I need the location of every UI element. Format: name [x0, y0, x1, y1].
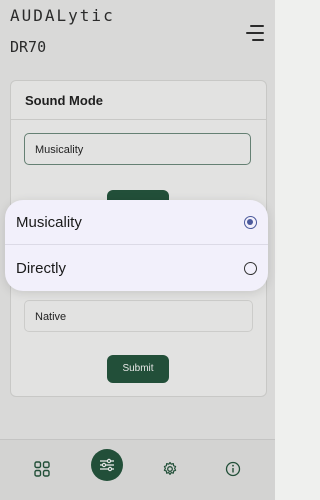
- radio-unselected-icon[interactable]: [244, 262, 257, 275]
- option-musicality[interactable]: Musicality: [5, 200, 268, 245]
- radio-selected-icon[interactable]: [244, 215, 257, 229]
- option-label: Musicality: [16, 213, 82, 231]
- sound-mode-dialog: Musicality Directly: [5, 200, 268, 291]
- option-label: Directly: [16, 260, 67, 277]
- option-directly[interactable]: Directly: [5, 246, 268, 291]
